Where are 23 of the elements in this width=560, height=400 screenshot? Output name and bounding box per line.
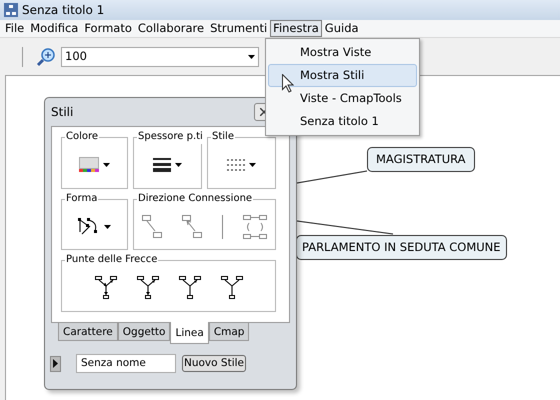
concept-node: PARLAMENTO IN SEDUTA COMUNE xyxy=(296,235,507,260)
palette-title: Stili xyxy=(51,104,74,121)
new-style-button[interactable]: Nuovo Stile xyxy=(182,355,246,372)
window-title: Senza titolo 1 xyxy=(22,2,104,19)
group-label: Spessore p.ti xyxy=(137,130,204,144)
menu-item[interactable]: Strumenti xyxy=(207,20,270,37)
menu-option[interactable]: Mostra Viste xyxy=(268,41,417,64)
menu-option[interactable]: Viste - CmapTools xyxy=(268,87,417,110)
menu-option[interactable]: Senza titolo 1 xyxy=(268,110,417,133)
tab[interactable]: Cmap xyxy=(208,322,250,341)
tab[interactable]: Linea xyxy=(170,322,209,344)
tab[interactable]: Carattere xyxy=(58,322,118,341)
menu-item[interactable]: Modifica xyxy=(27,20,82,37)
menu-item[interactable]: Finestra xyxy=(270,20,322,37)
concept-node: MAGISTRATURA xyxy=(367,147,475,172)
style-name-field[interactable]: Senza nome xyxy=(76,354,176,373)
menu-option[interactable]: Mostra Stili xyxy=(268,64,417,87)
menu-item[interactable]: Collaborare xyxy=(134,20,208,37)
menu-item[interactable]: Formato xyxy=(81,20,135,37)
menu-item[interactable]: File xyxy=(2,20,28,37)
tab[interactable]: Oggetto xyxy=(118,322,170,341)
zoom-dropdown[interactable]: 100 xyxy=(61,46,259,66)
menu-item[interactable]: Guida xyxy=(322,20,362,37)
